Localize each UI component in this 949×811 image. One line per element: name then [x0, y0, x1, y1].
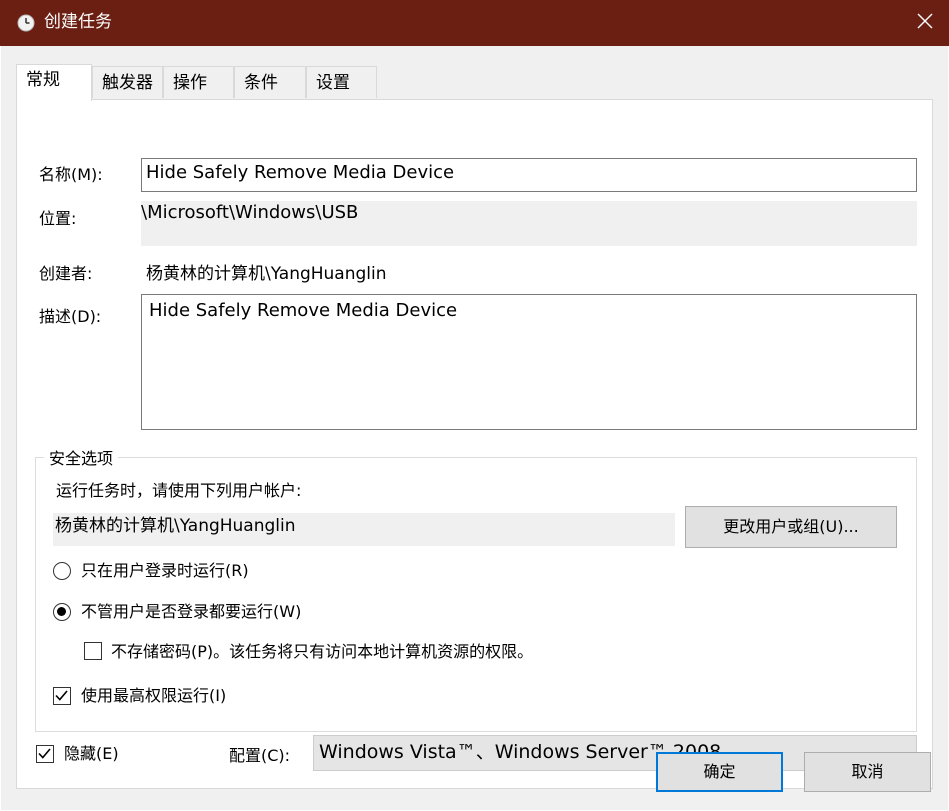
- tab-triggers[interactable]: 触发器: [92, 66, 163, 98]
- run-when-logged-on-radio[interactable]: [53, 562, 71, 580]
- general-tab-panel: 名称(M): Hide Safely Remove Media Device 位…: [16, 99, 933, 789]
- run-as-prompt: 运行任务时，请使用下列用户帐户:: [56, 481, 302, 500]
- no-password-label[interactable]: 不存储密码(P)。该任务将只有访问本地计算机资源的权限。: [111, 641, 533, 663]
- window-title: 创建任务: [44, 12, 112, 32]
- close-button[interactable]: [900, 0, 949, 46]
- no-password-checkbox[interactable]: [84, 642, 102, 660]
- radio-selected-dot: [57, 607, 66, 616]
- title-bar: 创建任务: [0, 0, 949, 46]
- security-options-title: 安全选项: [44, 448, 119, 470]
- ok-button[interactable]: 确定: [656, 752, 783, 792]
- hidden-checkbox[interactable]: [36, 745, 54, 763]
- author-value: 杨黄林的计算机\YangHuanglin: [146, 264, 387, 284]
- user-account-value: 杨黄林的计算机\YangHuanglin: [53, 513, 675, 546]
- clock-icon: [17, 14, 35, 32]
- description-field[interactable]: Hide Safely Remove Media Device: [141, 294, 917, 430]
- config-label: 配置(C):: [229, 746, 291, 765]
- location-value: \Microsoft\Windows\USB: [141, 201, 917, 246]
- name-label: 名称(M):: [39, 165, 103, 184]
- run-always-radio[interactable]: [53, 603, 71, 621]
- checkmark-icon: [55, 690, 68, 701]
- description-label: 描述(D):: [39, 307, 102, 326]
- tab-settings[interactable]: 设置: [306, 66, 377, 98]
- hidden-label[interactable]: 隐藏(E): [64, 743, 119, 765]
- location-label: 位置:: [39, 209, 77, 228]
- highest-privileges-label[interactable]: 使用最高权限运行(I): [81, 685, 226, 707]
- author-label: 创建者:: [39, 264, 93, 283]
- run-when-logged-on-label[interactable]: 只在用户登录时运行(R): [81, 560, 249, 582]
- checkmark-icon: [38, 748, 51, 759]
- tab-general[interactable]: 常规: [16, 64, 92, 101]
- dialog-client: 常规 触发器 操作 条件 设置 名称(M): Hide Safely Remov…: [1, 46, 948, 810]
- tab-actions[interactable]: 操作: [163, 66, 234, 98]
- name-field[interactable]: Hide Safely Remove Media Device: [141, 158, 917, 192]
- highest-privileges-checkbox[interactable]: [53, 687, 71, 705]
- close-icon: [917, 13, 933, 33]
- cancel-button[interactable]: 取消: [804, 752, 931, 792]
- tab-conditions[interactable]: 条件: [234, 66, 306, 98]
- run-always-label[interactable]: 不管用户是否登录都要运行(W): [81, 601, 301, 623]
- change-user-button[interactable]: 更改用户或组(U)...: [685, 506, 897, 548]
